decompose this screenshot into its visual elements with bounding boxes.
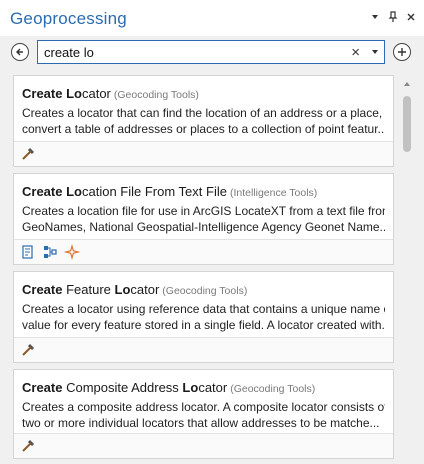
close-icon[interactable] (404, 10, 418, 24)
result-footer (14, 433, 393, 458)
hammer-icon (20, 342, 36, 358)
result-name-part: Lo (66, 86, 82, 101)
hammer-icon (20, 438, 36, 454)
result-category: (Intelligence Tools) (229, 187, 318, 199)
add-toolbox-button[interactable] (393, 43, 411, 61)
result-description-line: convert a table of addresses or places t… (22, 122, 385, 136)
result-name-part: Create (22, 282, 63, 297)
result-name-part: cation File From Text File (81, 184, 227, 199)
options-menu-icon[interactable] (368, 10, 382, 24)
result-name-part: cator (81, 86, 111, 101)
pane-title: Geoprocessing (10, 9, 127, 28)
result-name-part: Create (22, 86, 63, 101)
result-category: (Geocoding Tools) (162, 285, 248, 297)
result-description: Creates a location file for use in ArcGI… (22, 203, 385, 235)
result-card[interactable]: Create Composite Address Locator (Geocodi… (13, 369, 394, 459)
result-title[interactable]: Create Locator (Geocoding Tools) (22, 86, 387, 101)
result-name-part: cator (130, 282, 160, 297)
result-footer (14, 141, 393, 166)
result-title[interactable]: Create Location File From Text File (Inte… (22, 184, 387, 199)
result-description: Creates a locator that can find the loca… (22, 105, 385, 137)
result-name-part: Feature (62, 282, 115, 297)
search-input[interactable] (44, 43, 334, 61)
arrow-left-icon (16, 48, 23, 56)
result-name-part: Create (22, 380, 63, 395)
scrollbar[interactable] (402, 80, 412, 464)
search-dropdown-icon[interactable] (372, 50, 378, 54)
result-category: (Geocoding Tools) (230, 383, 316, 395)
result-card[interactable]: Create Locator (Geocoding Tools) Creates … (13, 75, 394, 167)
hammer-icon (20, 146, 36, 162)
result-name-part: cator (198, 380, 228, 395)
scrollbar-thumb[interactable] (403, 96, 411, 152)
result-description-line: GeoNames, National Geospatial-Intelligen… (22, 220, 385, 234)
result-description: Creates a locator using reference data t… (22, 301, 385, 333)
pane-titlebar: Geoprocessing (0, 0, 424, 36)
search-row: × (0, 36, 424, 74)
plus-icon (398, 48, 406, 56)
results-list: Create Locator (Geocoding Tools) Creates … (13, 75, 394, 464)
result-title[interactable]: Create Feature Locator (Geocoding Tools) (22, 282, 387, 297)
result-card[interactable]: Create Location File From Text File (Inte… (13, 173, 394, 265)
result-name-part: Lo (66, 184, 82, 199)
clear-search-icon[interactable]: × (351, 44, 360, 61)
sparkle-icon (64, 244, 80, 260)
result-name-part: Create (22, 184, 63, 199)
result-description-line: Creates a location file for use in ArcGI… (22, 204, 385, 218)
result-description-line: Creates a locator that can find the loca… (22, 106, 383, 120)
result-footer (14, 239, 393, 264)
script-icon (20, 244, 36, 260)
pin-icon[interactable] (386, 10, 400, 24)
result-card[interactable]: Create Feature Locator (Geocoding Tools) … (13, 271, 394, 363)
result-name-part: Lo (114, 282, 131, 297)
result-description-line: two or more individual locators that all… (22, 416, 380, 430)
result-footer (14, 337, 393, 362)
result-name-part: Lo (182, 380, 199, 395)
result-description-line: Creates a locator using reference data t… (22, 302, 385, 316)
result-title[interactable]: Create Composite Address Locator (Geocodi… (22, 380, 387, 395)
result-name-part: Composite Address (62, 380, 183, 395)
result-category: (Geocoding Tools) (113, 89, 199, 101)
search-box[interactable]: × (37, 40, 385, 64)
result-description: Creates a composite address locator. A c… (22, 399, 385, 431)
back-button[interactable] (11, 43, 29, 61)
result-description-line: value for every feature stored in a sing… (22, 318, 385, 332)
model-icon (42, 244, 58, 260)
result-description-line: Creates a composite address locator. A c… (22, 400, 385, 414)
scroll-up-icon[interactable] (404, 82, 410, 86)
